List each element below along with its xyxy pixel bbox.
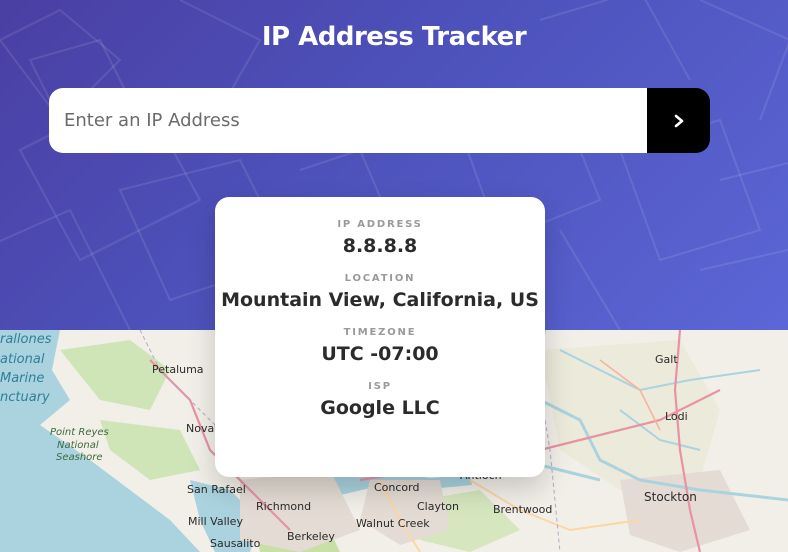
map-label: Seashore: [56, 452, 103, 463]
map-label: Berkeley: [287, 530, 335, 543]
location-label: LOCATION: [344, 273, 416, 284]
page-title: IP Address Tracker: [261, 22, 527, 52]
map-label: Concord: [374, 481, 420, 494]
map-label: National: [57, 440, 99, 451]
ip-address-value: 8.8.8.8: [342, 235, 418, 257]
map-label: Mill Valley: [188, 515, 243, 528]
map-label: Sausalito: [210, 537, 261, 550]
search-input[interactable]: [49, 88, 647, 153]
timezone-stat: TIMEZONE UTC -07:00: [215, 327, 545, 365]
map-label: Clayton: [417, 500, 460, 513]
map-label: Marine: [0, 371, 45, 386]
map-label: Point Reyes: [50, 427, 109, 438]
map-label: Walnut Creek: [356, 517, 430, 530]
location-stat: LOCATION Mountain View, California, US: [215, 273, 545, 311]
isp-label: ISP: [368, 381, 392, 392]
isp-stat: ISP Google LLC: [215, 381, 545, 419]
search-bar: [49, 88, 710, 153]
timezone-label: TIMEZONE: [343, 327, 417, 338]
timezone-value: UTC -07:00: [321, 343, 439, 365]
map-label: Stockton: [644, 490, 697, 504]
ip-address-label: IP ADDRESS: [337, 219, 423, 230]
ip-info-card: IP ADDRESS 8.8.8.8 LOCATION Mountain Vie…: [215, 197, 545, 477]
chevron-right-icon: [674, 114, 683, 127]
map-label: nctuary: [0, 390, 50, 405]
map-label: Brentwood: [493, 503, 553, 516]
map-label: San Rafael: [187, 483, 246, 496]
map-label: Petaluma: [152, 363, 204, 376]
isp-value: Google LLC: [320, 397, 440, 419]
ip-address-stat: IP ADDRESS 8.8.8.8: [215, 219, 545, 257]
search-submit-button[interactable]: [647, 88, 710, 153]
map-label: Richmond: [256, 500, 312, 513]
location-value: Mountain View, California, US: [221, 289, 539, 311]
map-label: Lodi: [665, 410, 688, 423]
map-label: rallones: [0, 332, 52, 347]
map-label: Galt: [655, 353, 678, 366]
map-label: ational: [0, 352, 45, 367]
